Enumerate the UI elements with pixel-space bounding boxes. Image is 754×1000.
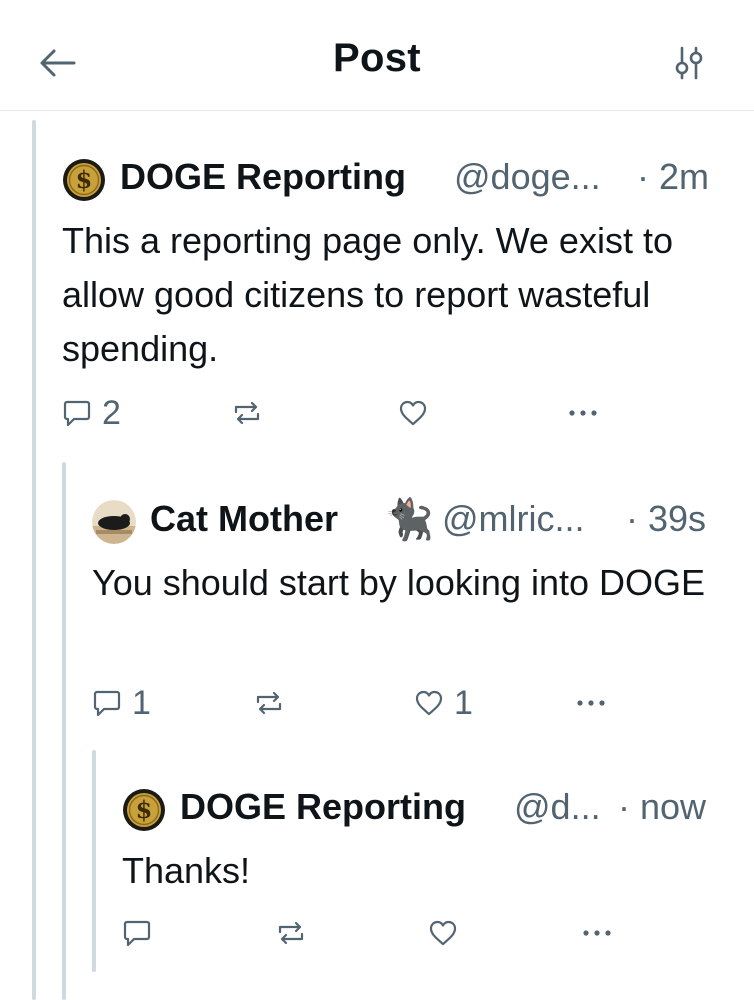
- more-dots-icon: [583, 930, 611, 936]
- retweet-icon: [234, 401, 260, 425]
- retweet-button[interactable]: [232, 394, 292, 434]
- post-text: Thanks!: [122, 850, 251, 891]
- more-button[interactable]: [574, 684, 614, 724]
- thread-line-level3: [92, 750, 96, 972]
- heart-icon: [399, 400, 427, 426]
- thread-line-level2: [62, 462, 66, 1000]
- author-handle[interactable]: @doge...: [454, 156, 601, 198]
- reply-icon: [93, 690, 121, 717]
- author-handle[interactable]: @mlric...: [442, 498, 585, 540]
- reply-count: 2: [102, 394, 121, 432]
- post-time: · now: [618, 786, 707, 827]
- post-text: You should start by looking into DOGE: [92, 562, 706, 603]
- post-time: · 39s: [626, 498, 707, 539]
- reply-cat-mother[interactable]: Cat Mother 🐈‍⬛ @mlric... · 39s You shoul…: [92, 497, 742, 738]
- thread-line-level1: [32, 120, 36, 1000]
- heart-icon: [415, 690, 443, 716]
- avatar[interactable]: [92, 500, 136, 544]
- heart-icon: [429, 920, 457, 946]
- more-dots-icon: [569, 410, 597, 416]
- reply-icon: [123, 920, 151, 947]
- author-handle[interactable]: @d...: [514, 786, 601, 828]
- reply-button[interactable]: 1: [92, 684, 172, 724]
- coin-avatar-icon[interactable]: $: [62, 158, 106, 202]
- reply-button[interactable]: 2: [62, 394, 142, 434]
- top-bar: Post: [0, 0, 754, 111]
- page-title: Post: [333, 36, 421, 80]
- reply-button[interactable]: [122, 914, 182, 954]
- coin-avatar-icon[interactable]: $: [122, 788, 166, 832]
- more-dots-icon: [577, 700, 605, 706]
- retweet-button[interactable]: [254, 684, 314, 724]
- retweet-button[interactable]: [276, 914, 336, 954]
- like-count: 1: [454, 684, 473, 722]
- more-button[interactable]: [580, 914, 620, 954]
- post-doge-reporting[interactable]: $ DOGE Reporting @doge... · 2m This a re…: [62, 156, 742, 446]
- author-name[interactable]: DOGE Reporting: [120, 156, 406, 198]
- sliders-icon: [675, 46, 703, 80]
- retweet-icon: [278, 921, 304, 945]
- like-button[interactable]: [428, 914, 488, 954]
- more-button[interactable]: [566, 394, 606, 434]
- reply-count: 1: [132, 684, 151, 722]
- retweet-icon: [256, 691, 282, 715]
- reply-icon: [63, 400, 91, 427]
- like-button[interactable]: [398, 394, 458, 434]
- filter-button[interactable]: [668, 42, 710, 84]
- post-text: This a reporting page only. We exist to …: [62, 220, 673, 369]
- like-button[interactable]: 1: [414, 684, 494, 724]
- author-name[interactable]: DOGE Reporting: [180, 786, 466, 828]
- reply-doge-reporting[interactable]: $ DOGE Reporting @d... · now Thanks!: [122, 786, 742, 956]
- cat-emoji-icon: 🐈‍⬛: [384, 497, 434, 543]
- svg-text:$: $: [76, 165, 93, 194]
- svg-text:$: $: [136, 795, 153, 824]
- author-name[interactable]: Cat Mother: [150, 498, 338, 540]
- post-time: · 2m: [637, 156, 709, 197]
